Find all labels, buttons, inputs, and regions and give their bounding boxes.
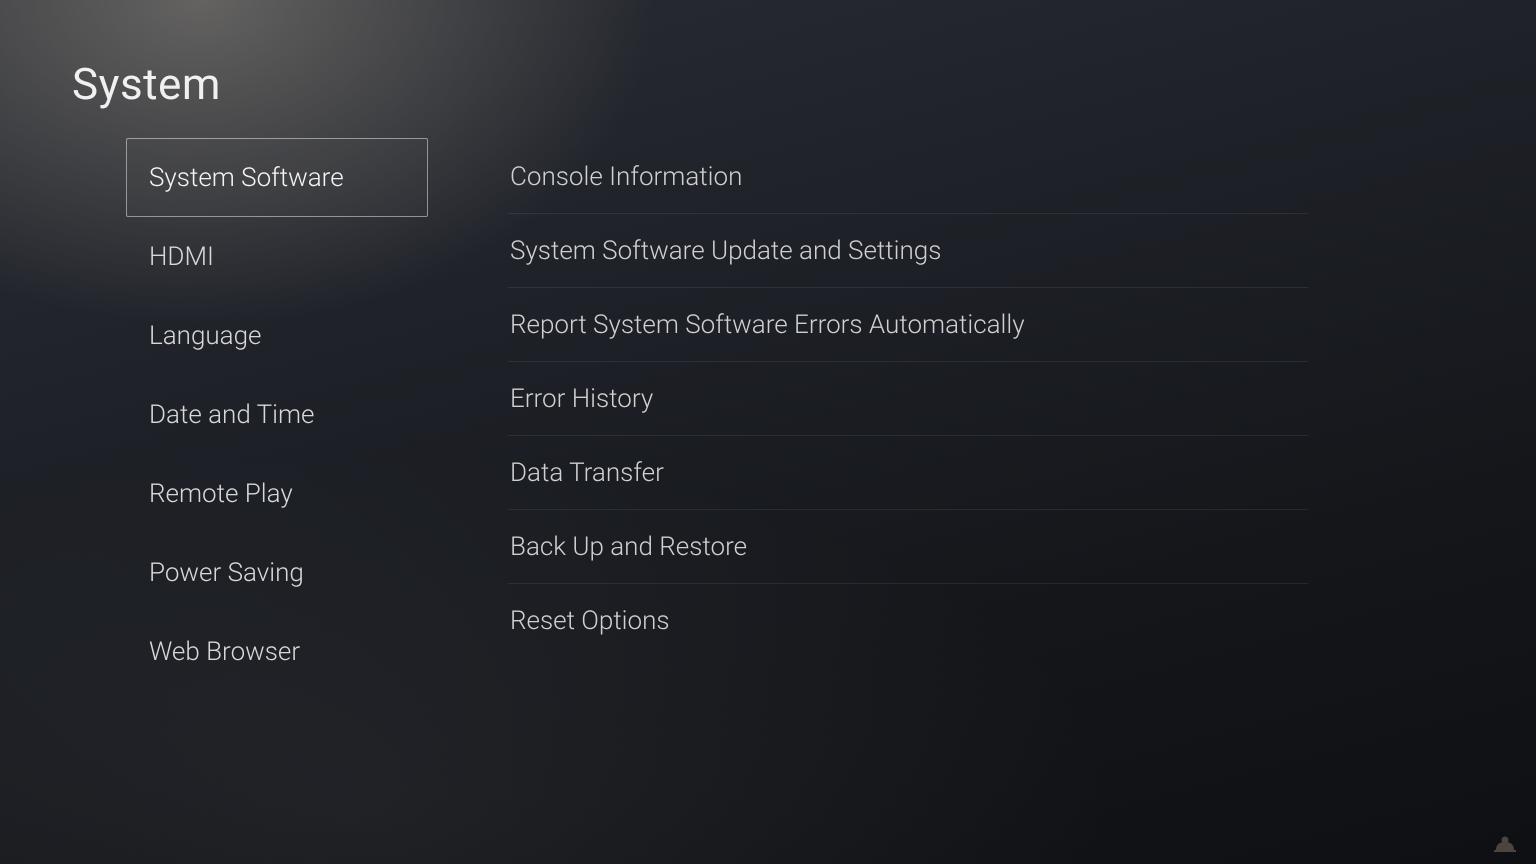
sidebar-item-language[interactable]: Language <box>126 296 428 375</box>
settings-sidebar: System Software HDMI Language Date and T… <box>126 138 428 691</box>
content-item-label: Error History <box>510 384 653 414</box>
content-item-report-errors[interactable]: Report System Software Errors Automatica… <box>508 288 1308 362</box>
sidebar-item-system-software[interactable]: System Software <box>126 138 428 217</box>
content-item-label: System Software Update and Settings <box>510 236 941 266</box>
content-item-label: Console Information <box>510 162 742 192</box>
content-item-label: Data Transfer <box>510 458 664 488</box>
sidebar-item-web-browser[interactable]: Web Browser <box>126 612 428 691</box>
content-item-reset-options[interactable]: Reset Options <box>508 584 1308 658</box>
sidebar-item-label: Language <box>149 321 261 351</box>
content-item-label: Reset Options <box>510 606 670 636</box>
page-title: System <box>72 58 221 110</box>
sidebar-item-label: Remote Play <box>149 479 293 509</box>
sidebar-item-hdmi[interactable]: HDMI <box>126 217 428 296</box>
content-item-error-history[interactable]: Error History <box>508 362 1308 436</box>
content-item-label: Report System Software Errors Automatica… <box>510 310 1025 340</box>
sidebar-item-label: Power Saving <box>149 558 304 588</box>
content-item-console-information[interactable]: Console Information <box>508 140 1308 214</box>
content-item-system-software-update[interactable]: System Software Update and Settings <box>508 214 1308 288</box>
sidebar-item-label: HDMI <box>149 242 214 272</box>
content-item-label: Back Up and Restore <box>510 532 747 562</box>
content-item-backup-restore[interactable]: Back Up and Restore <box>508 510 1308 584</box>
sidebar-item-label: Date and Time <box>149 400 315 430</box>
sidebar-item-power-saving[interactable]: Power Saving <box>126 533 428 612</box>
sidebar-item-label: System Software <box>149 163 344 193</box>
watermark-icon <box>1492 834 1518 858</box>
settings-content: Console Information System Software Upda… <box>508 140 1308 658</box>
sidebar-item-remote-play[interactable]: Remote Play <box>126 454 428 533</box>
content-item-data-transfer[interactable]: Data Transfer <box>508 436 1308 510</box>
sidebar-item-label: Web Browser <box>149 637 300 667</box>
sidebar-item-date-and-time[interactable]: Date and Time <box>126 375 428 454</box>
